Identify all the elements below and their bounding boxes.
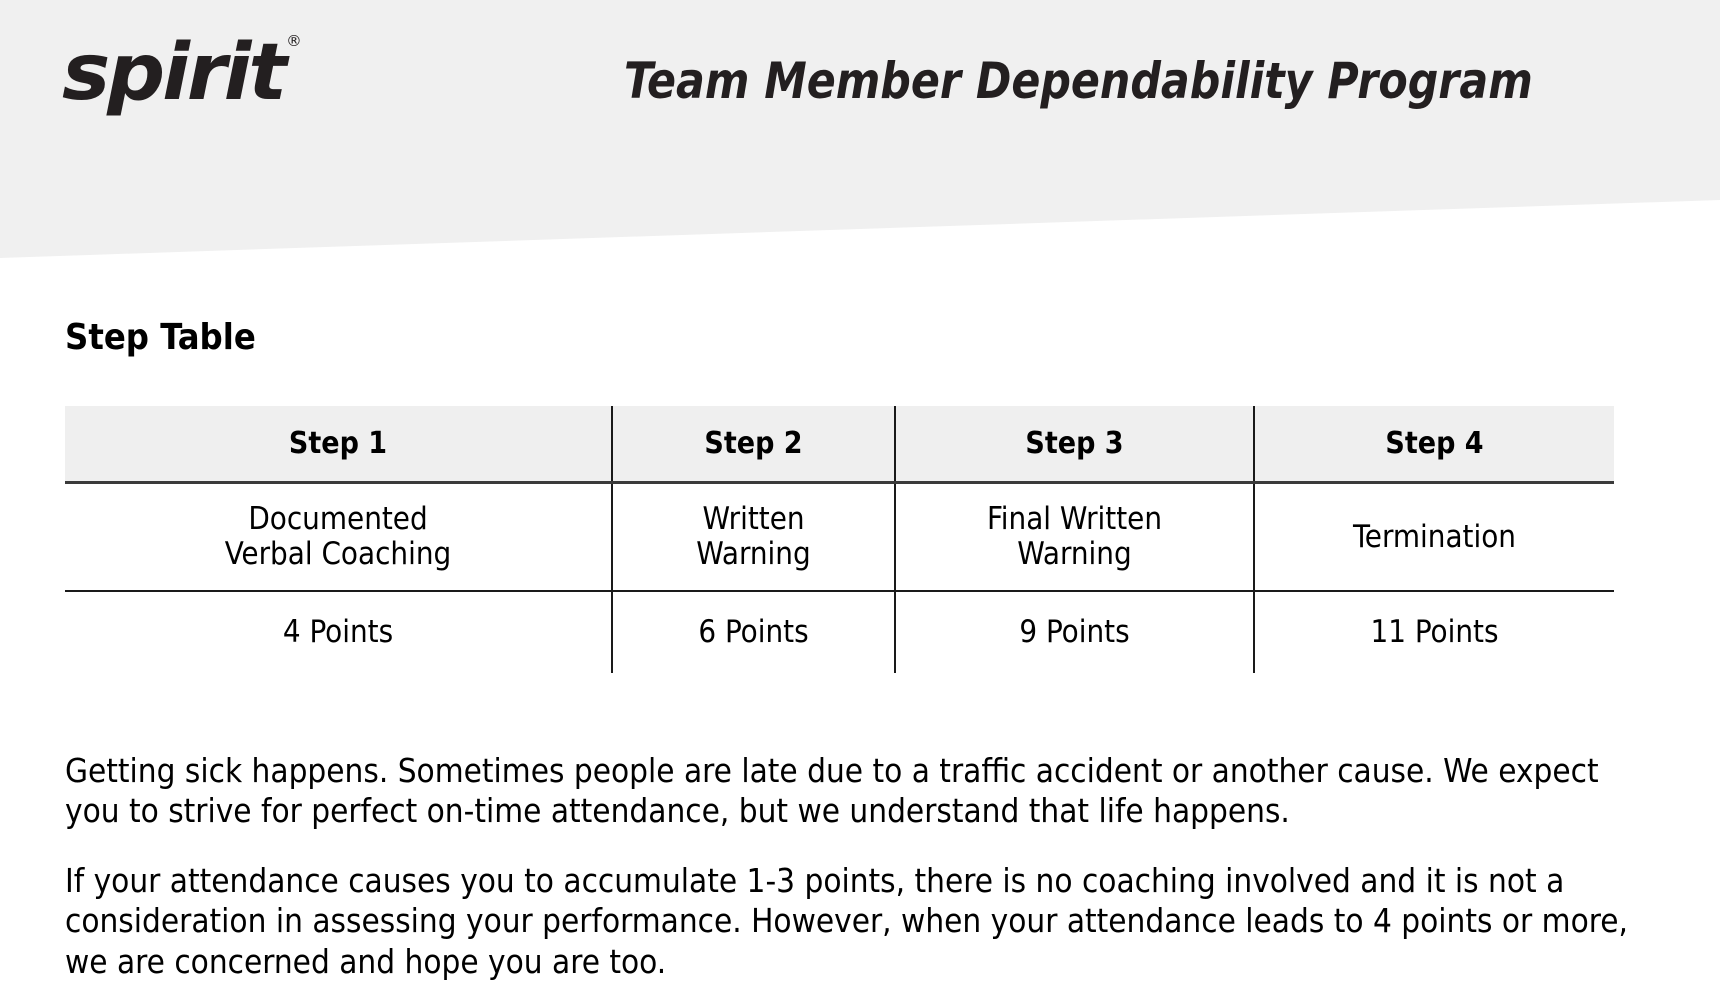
cell-step-4-points: 11 Points [1253, 591, 1614, 673]
cell-step-3-points: 9 Points [894, 591, 1254, 673]
cell-step-2-action: Written Warning [611, 482, 895, 592]
step-table-col-header-step-1: Step 1 [65, 406, 612, 484]
cell-step-3-action-line-2: Warning [1017, 536, 1132, 572]
paragraph-points-policy: If your attendance causes you to accumul… [65, 861, 1628, 981]
registered-trademark-icon: ® [286, 32, 302, 50]
section-heading-step-table: Step Table [65, 317, 256, 358]
table-row-points: 4 Points 6 Points 9 Points 11 Points [65, 591, 1614, 673]
step-table-header-row: Step 1 Step 2 Step 3 Step 4 [65, 406, 1614, 484]
step-table-body: Documented Verbal Coaching Written Warni… [65, 482, 1614, 673]
spirit-logo-wordmark: spirit [62, 28, 287, 118]
step-table: Step 1 Step 2 Step 3 Step 4 Documented V… [65, 406, 1614, 673]
cell-step-2-action-line-1: Written [702, 501, 805, 538]
paragraph-sick-happens: Getting sick happens. Sometimes people a… [65, 751, 1599, 831]
cell-step-1-points: 4 Points [282, 614, 394, 651]
step-table-head: Step 1 Step 2 Step 3 Step 4 [65, 406, 1614, 484]
cell-step-2-action-line-2: Warning [696, 536, 811, 572]
cell-step-1-action-line-2: Verbal Coaching [224, 536, 452, 572]
cell-step-3-action: Final Written Warning [894, 482, 1254, 592]
program-title: Team Member Dependability Program [624, 52, 1533, 110]
step-table-col-header-step-3: Step 3 [894, 406, 1254, 484]
cell-step-1-action-line-1: Documented [248, 501, 428, 538]
cell-step-1-action: Documented Verbal Coaching [65, 482, 612, 592]
cell-step-4-action: Termination [1253, 482, 1614, 592]
table-row-action: Documented Verbal Coaching Written Warni… [65, 482, 1614, 592]
step-table-col-header-step-2: Step 2 [611, 406, 895, 484]
cell-step-2-points: 6 Points [611, 591, 895, 673]
cell-step-3-action-line-1: Final Written [986, 501, 1162, 538]
spirit-logo: spirit ® [62, 32, 302, 113]
cell-step-4-action-line-1: Termination [1353, 518, 1516, 555]
step-table-col-header-step-4: Step 4 [1253, 406, 1614, 484]
